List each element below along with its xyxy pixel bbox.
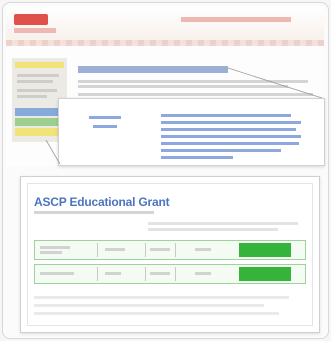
- table-cell: [40, 272, 74, 275]
- callout-text-line: [161, 156, 233, 159]
- callout-label[interactable]: [89, 116, 121, 119]
- callout-text-line: [161, 114, 291, 117]
- sidebar-item[interactable]: [17, 89, 57, 92]
- paragraph-line: [78, 85, 288, 88]
- status-cell-green: [239, 243, 291, 257]
- site-logo[interactable]: [14, 14, 48, 25]
- cell-divider: [175, 267, 176, 281]
- zoom-callout: [58, 98, 325, 166]
- document-text-line: [34, 296, 289, 299]
- page-heading: [78, 66, 228, 73]
- table-cell: [195, 272, 211, 275]
- site-header: [6, 6, 324, 44]
- callout-label[interactable]: [93, 125, 117, 128]
- logo-tagline: [14, 28, 56, 33]
- table-cell: [40, 246, 70, 249]
- cell-divider: [175, 243, 176, 257]
- table-cell: [40, 251, 62, 254]
- sidebar-item[interactable]: [17, 80, 53, 83]
- status-cell-green: [239, 267, 291, 281]
- document-text-line: [34, 312, 279, 315]
- callout-text-line: [161, 121, 301, 124]
- callout-text-line: [161, 128, 296, 131]
- callout-text-line: [161, 142, 299, 145]
- header-band: [6, 40, 324, 46]
- grant-table: [34, 240, 306, 288]
- cell-divider: [97, 267, 98, 281]
- table-cell: [105, 272, 121, 275]
- document-title: ASCP Educational Grant: [34, 195, 170, 209]
- sidebar-block-blue[interactable]: [15, 108, 64, 116]
- table-cell: [195, 248, 211, 251]
- paragraph-line: [78, 93, 313, 96]
- document-text-line: [34, 304, 264, 307]
- sidebar-item-active[interactable]: [15, 62, 64, 68]
- sidebar-item[interactable]: [17, 95, 47, 98]
- header-text: [181, 17, 291, 22]
- table-cell: [150, 272, 170, 275]
- table-heading-line: [148, 222, 298, 225]
- callout-text-line: [161, 135, 301, 138]
- table-cell: [105, 248, 125, 251]
- paragraph-line: [78, 80, 308, 83]
- sidebar-item[interactable]: [17, 74, 59, 77]
- sidebar-block-green[interactable]: [15, 118, 64, 126]
- table-row[interactable]: [34, 240, 306, 260]
- document-screenshot: ASCP Educational Grant: [20, 176, 320, 333]
- cell-divider: [145, 243, 146, 257]
- cell-divider: [145, 267, 146, 281]
- table-heading-line: [148, 228, 278, 231]
- callout-text-line: [161, 149, 281, 152]
- table-row[interactable]: [34, 264, 306, 284]
- sidebar-block-yellow[interactable]: [15, 128, 64, 136]
- cell-divider: [97, 243, 98, 257]
- table-cell: [150, 248, 170, 251]
- document-subtitle: [34, 211, 154, 214]
- document-page: ASCP Educational Grant: [27, 183, 313, 326]
